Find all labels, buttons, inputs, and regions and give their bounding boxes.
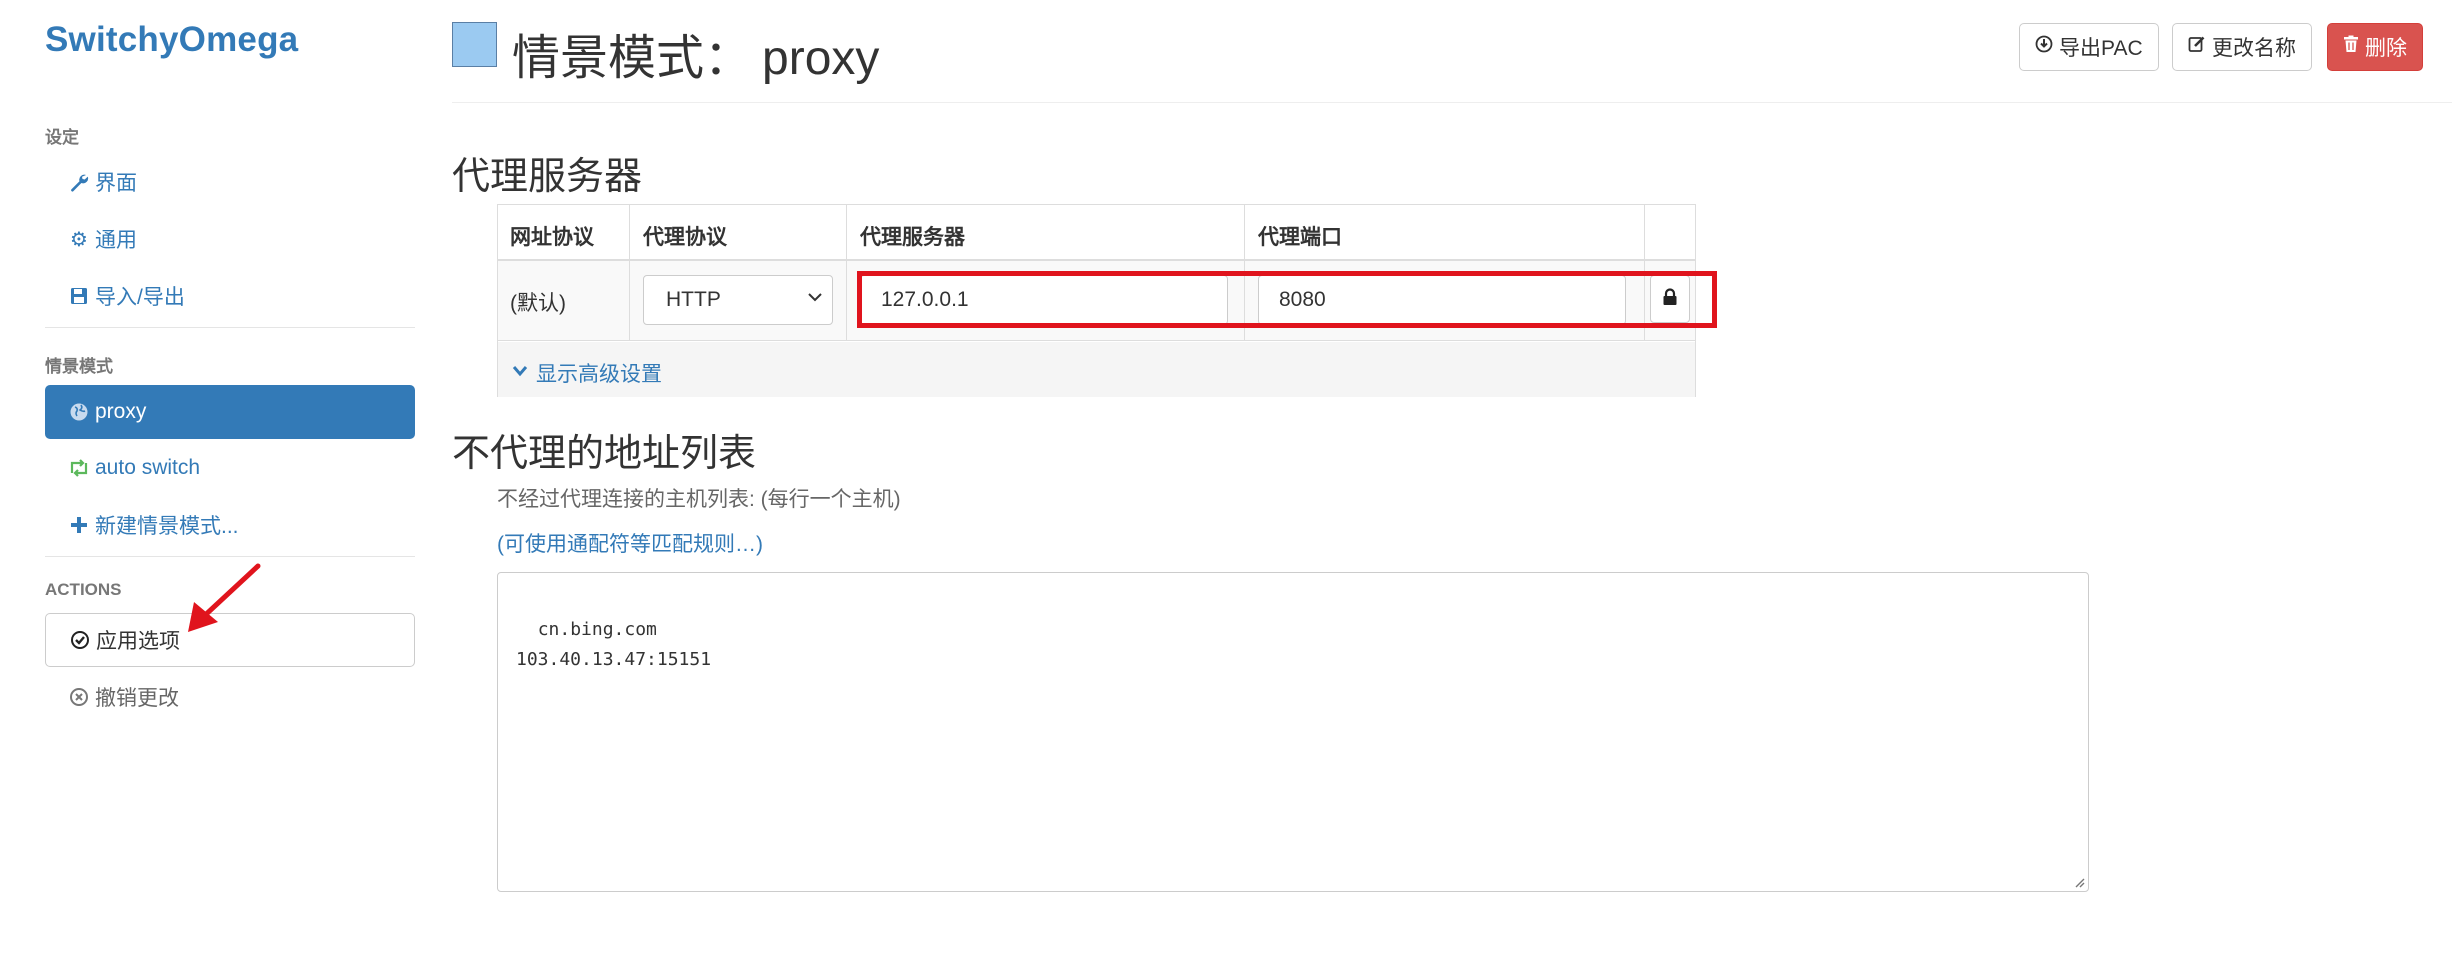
trash-icon [2343,35,2359,59]
discard-changes-label: 撤销更改 [95,687,179,710]
protocol-select-value: HTTP [666,288,721,311]
sidebar-item-label: 新建情景模式... [95,515,239,538]
sidebar-item-label: 界面 [95,172,137,195]
sidebar-item-label: auto switch [95,456,201,479]
protocol-select[interactable]: HTTP [643,275,833,325]
plus-icon [67,516,91,534]
delete-button[interactable]: 删除 [2327,23,2423,71]
chevron-down-icon [512,364,528,382]
page-title-prefix: 情景模式： [512,32,753,85]
settings-section-header: 设定 [45,128,79,147]
proxy-table-footer: 显示高级设置 [498,342,1695,397]
sidebar-item-proxy[interactable]: proxy [45,385,415,439]
bypass-list-heading: 不代理的地址列表 [452,433,757,475]
actions-section-header: ACTIONS [45,580,122,599]
page-title: 情景模式： proxy [512,18,879,88]
bypass-list-content: cn.bing.com 103.40.13.47:15151 [516,619,712,670]
wildcard-rules-link[interactable]: (可使用通配符等匹配规则…) [497,528,763,558]
retweet-icon [67,459,91,477]
sidebar-item-label: 通用 [95,229,137,252]
sidebar-item-new-profile[interactable]: 新建情景模式... [45,498,415,552]
chevron-down-icon [808,289,822,307]
rename-button[interactable]: 更改名称 [2172,23,2312,71]
sidebar-divider [45,327,415,328]
apply-options-label: 应用选项 [96,630,180,653]
proxy-servers-heading: 代理服务器 [452,156,643,198]
show-advanced-label: 显示高级设置 [536,363,662,386]
resize-grip-icon[interactable] [2073,876,2085,888]
sidebar-divider [45,556,415,557]
sidebar-item-label: 导入/导出 [95,286,185,309]
column-header-port: 代理端口 [1258,226,1342,249]
show-advanced-link[interactable]: 显示高级设置 [512,358,662,388]
bypass-help-text: 不经过代理连接的主机列表: (每行一个主机) [497,488,901,511]
header-divider [452,102,2452,103]
profile-name: proxy [762,32,880,85]
column-divider [629,205,630,341]
column-header-scheme: 网址协议 [510,226,594,249]
brand-title[interactable]: SwitchyOmega [45,20,298,60]
column-header-server: 代理服务器 [860,226,965,249]
scheme-cell: (默认) [510,292,566,315]
annotation-arrow-icon [188,563,261,632]
discard-changes-button[interactable]: 撤销更改 [45,670,415,724]
download-circle-icon [2035,35,2053,59]
profile-color-swatch[interactable] [452,22,497,67]
proxy-table-header: 网址协议 代理协议 代理服务器 代理端口 [498,205,1695,261]
sidebar-item-label: proxy [95,400,147,423]
export-pac-button[interactable]: 导出PAC [2019,23,2159,71]
profiles-section-header: 情景模式 [45,357,113,376]
sidebar-item-interface[interactable]: 界面 [45,155,415,209]
gear-icon: ⚙ [70,228,88,251]
delete-label: 删除 [2365,37,2407,60]
check-circle-icon [68,630,92,650]
annotation-highlight-box [857,271,1717,328]
edit-icon [2188,35,2206,59]
globe-icon [67,402,91,422]
export-pac-label: 导出PAC [2059,37,2143,60]
sidebar: SwitchyOmega 设定 界面 ⚙ 通用 导入/导出 情景模式 proxy… [0,0,440,967]
rename-label: 更改名称 [2212,37,2296,60]
sidebar-item-auto-switch[interactable]: auto switch [45,441,415,495]
floppy-icon [67,286,91,306]
sidebar-item-general[interactable]: ⚙ 通用 [45,212,415,266]
sidebar-item-import-export[interactable]: 导入/导出 [45,269,415,323]
column-header-protocol: 代理协议 [643,226,727,249]
x-circle-icon [67,687,91,707]
bypass-list-textarea[interactable]: cn.bing.com 103.40.13.47:15151 [497,572,2089,892]
column-divider [846,205,847,341]
wrench-icon [67,172,91,192]
